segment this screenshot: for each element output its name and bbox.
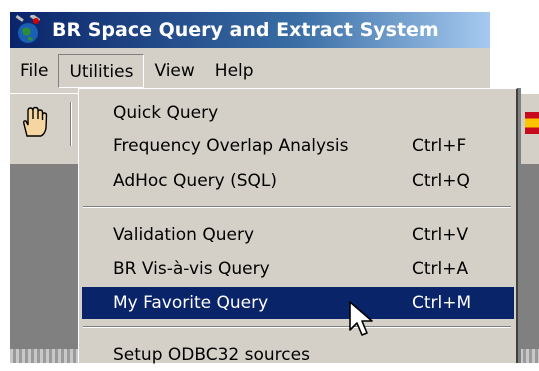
menu-item-setup-odbc32-sources[interactable]: Setup ODBC32 sources bbox=[82, 339, 514, 371]
globe-satellite-icon bbox=[14, 13, 46, 45]
title-bar[interactable]: BR Space Query and Extract System bbox=[10, 12, 490, 48]
window-title: BR Space Query and Extract System bbox=[52, 19, 439, 41]
hand-pointer-icon[interactable] bbox=[18, 106, 48, 140]
mouse-pointer-icon bbox=[348, 300, 376, 340]
menu-item-label: Validation Query bbox=[113, 225, 255, 245]
menu-item-frequency-overlap-analysis[interactable]: Frequency Overlap Analysis Ctrl+F bbox=[82, 130, 514, 162]
menu-item-label: Quick Query bbox=[113, 103, 219, 123]
toolbar-separator bbox=[70, 102, 72, 146]
menu-item-shortcut: Ctrl+V bbox=[412, 225, 469, 245]
menu-help[interactable]: Help bbox=[205, 54, 264, 88]
menu-separator bbox=[83, 206, 511, 208]
menu-item-shortcut: Ctrl+Q bbox=[412, 171, 470, 191]
menu-view[interactable]: View bbox=[144, 54, 204, 88]
menu-utilities[interactable]: Utilities bbox=[58, 53, 145, 88]
menu-item-label: My Favorite Query bbox=[113, 293, 269, 313]
menu-item-label: Setup ODBC32 sources bbox=[113, 345, 310, 365]
menu-item-br-vis-a-vis-query[interactable]: BR Vis-à-vis Query Ctrl+A bbox=[82, 253, 514, 285]
menu-item-quick-query[interactable]: Quick Query bbox=[82, 97, 514, 129]
menu-separator bbox=[83, 326, 511, 328]
utilities-menu: Quick Query Frequency Overlap Analysis C… bbox=[78, 88, 518, 365]
menu-item-label: AdHoc Query (SQL) bbox=[113, 171, 278, 191]
menu-item-shortcut: Ctrl+M bbox=[412, 293, 472, 313]
menu-item-my-favorite-query[interactable]: My Favorite Query Ctrl+M bbox=[82, 287, 514, 319]
menu-item-label: Frequency Overlap Analysis bbox=[113, 136, 349, 156]
menu-file[interactable]: File bbox=[10, 54, 58, 88]
spain-flag-icon[interactable] bbox=[525, 112, 539, 134]
menu-item-validation-query[interactable]: Validation Query Ctrl+V bbox=[82, 219, 514, 251]
menu-item-label: BR Vis-à-vis Query bbox=[113, 259, 270, 279]
menu-item-shortcut: Ctrl+F bbox=[412, 136, 467, 156]
menu-item-shortcut: Ctrl+A bbox=[412, 259, 469, 279]
menu-item-adhoc-query[interactable]: AdHoc Query (SQL) Ctrl+Q bbox=[82, 165, 514, 197]
menu-bar: File Utilities View Help bbox=[10, 48, 490, 93]
